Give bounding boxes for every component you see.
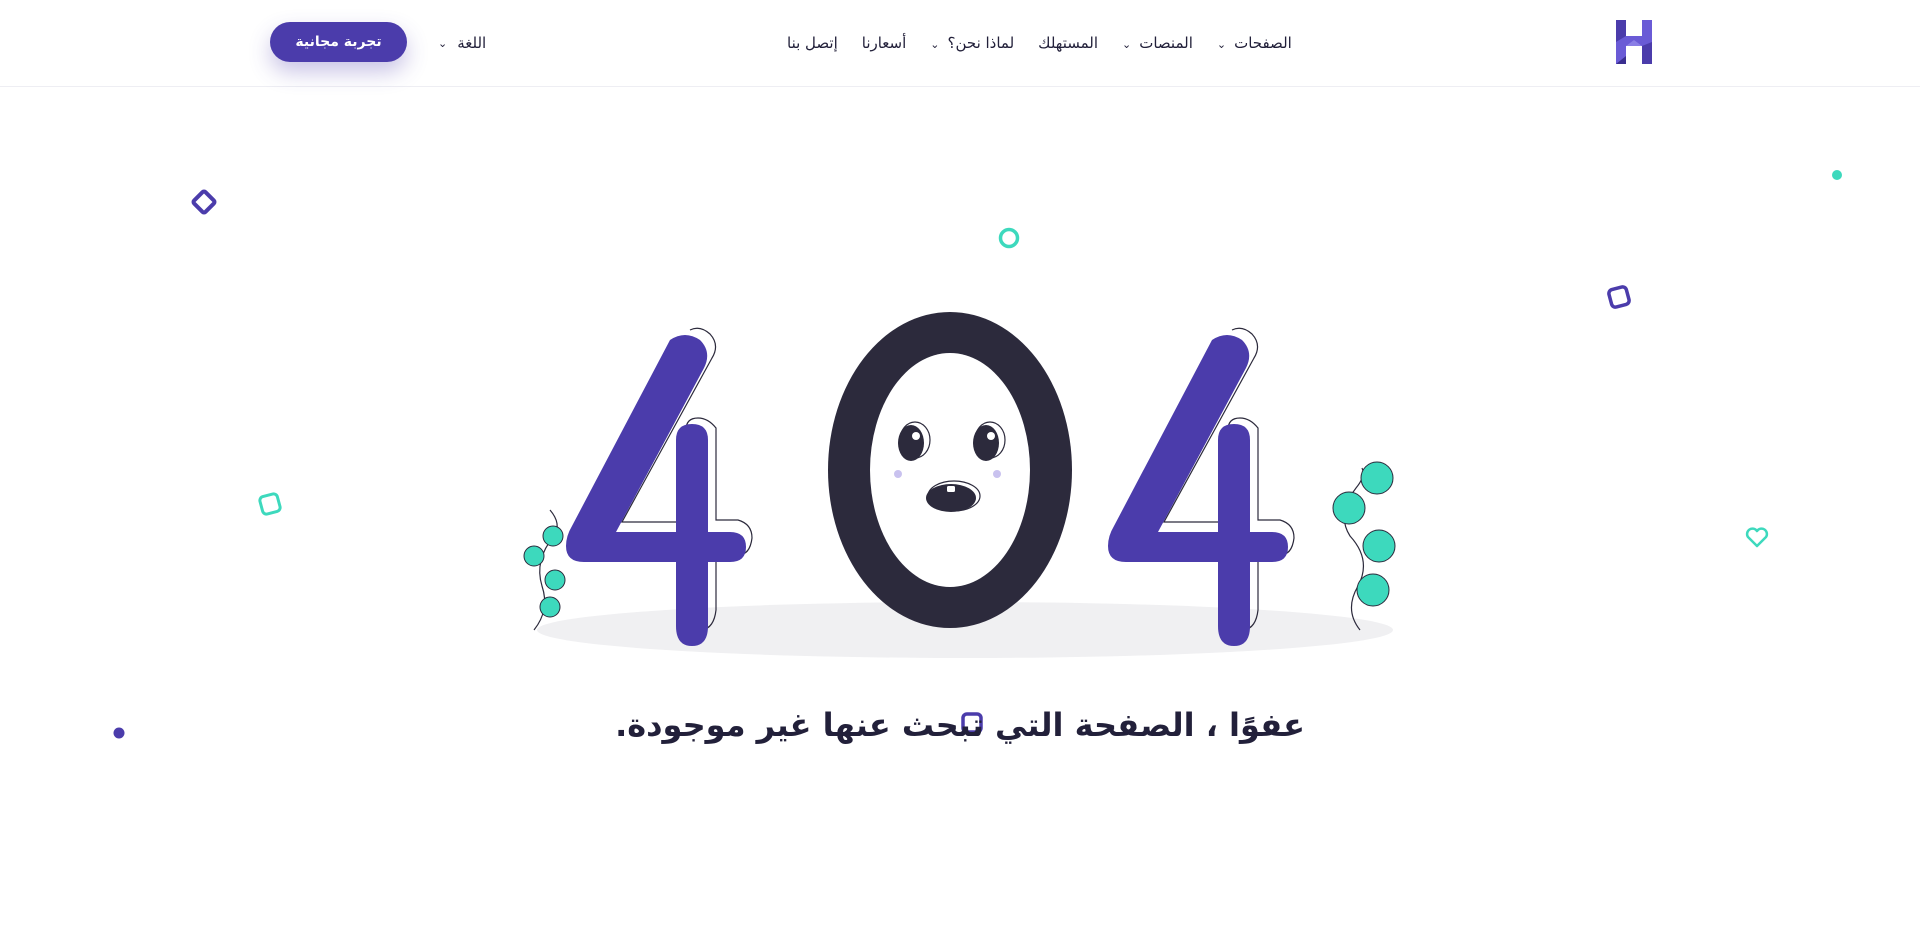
main-nav: إتصل بنا أسعارنا ⌄ لماذا نحن؟ المستهلك ⌄… [775,0,1304,86]
teal-heart-decoration [1745,527,1769,548]
nav-item-pages[interactable]: ⌄ الصفحات [1217,34,1292,52]
nav-item-pricing[interactable]: أسعارنا [862,34,907,52]
right-plant-decoration [1332,461,1396,631]
language-selector[interactable]: ⌄ اللغة [438,0,486,86]
chevron-down-icon: ⌄ [930,37,940,51]
teal-dot-decoration [1832,170,1842,180]
nav-item-label: إتصل بنا [787,34,838,52]
h-letter-logo-icon[interactable] [1612,18,1656,66]
digit-4-right [1108,335,1288,646]
nav-item-contact[interactable]: إتصل بنا [787,34,838,52]
purple-square-decoration [1607,285,1631,309]
teal-ring-decoration [998,227,1020,249]
free-trial-button[interactable]: تجربة مجانية [270,22,407,62]
nav-item-consumer[interactable]: المستهلك [1038,34,1098,52]
404-illustration [523,312,1396,658]
nav-item-label: أسعارنا [861,34,907,52]
nav-item-why-us[interactable]: ⌄ لماذا نحن؟ [930,34,1014,52]
teal-square-decoration [258,492,282,516]
purple-diamond-decoration [191,189,217,215]
left-plant-decoration [523,509,566,631]
nav-item-label: المستهلك [1038,34,1099,52]
chevron-down-icon: ⌄ [1122,37,1132,51]
nav-item-label: الصفحات [1234,34,1292,52]
not-found-message: عفوًا ، الصفحة التي تبحث عنها غير موجودة… [615,706,1305,744]
language-label: اللغة [457,34,487,52]
nav-item-platforms[interactable]: ⌄ المنصات [1122,34,1193,52]
nav-item-label: المنصات [1139,34,1193,52]
digit-4-left [566,335,746,646]
digit-0-face [828,312,1072,628]
nav-item-label: لماذا نحن؟ [947,34,1015,52]
site-header: إتصل بنا أسعارنا ⌄ لماذا نحن؟ المستهلك ⌄… [0,0,1920,87]
chevron-down-icon: ⌄ [1216,37,1227,51]
chevron-down-icon: ⌄ [438,36,448,50]
